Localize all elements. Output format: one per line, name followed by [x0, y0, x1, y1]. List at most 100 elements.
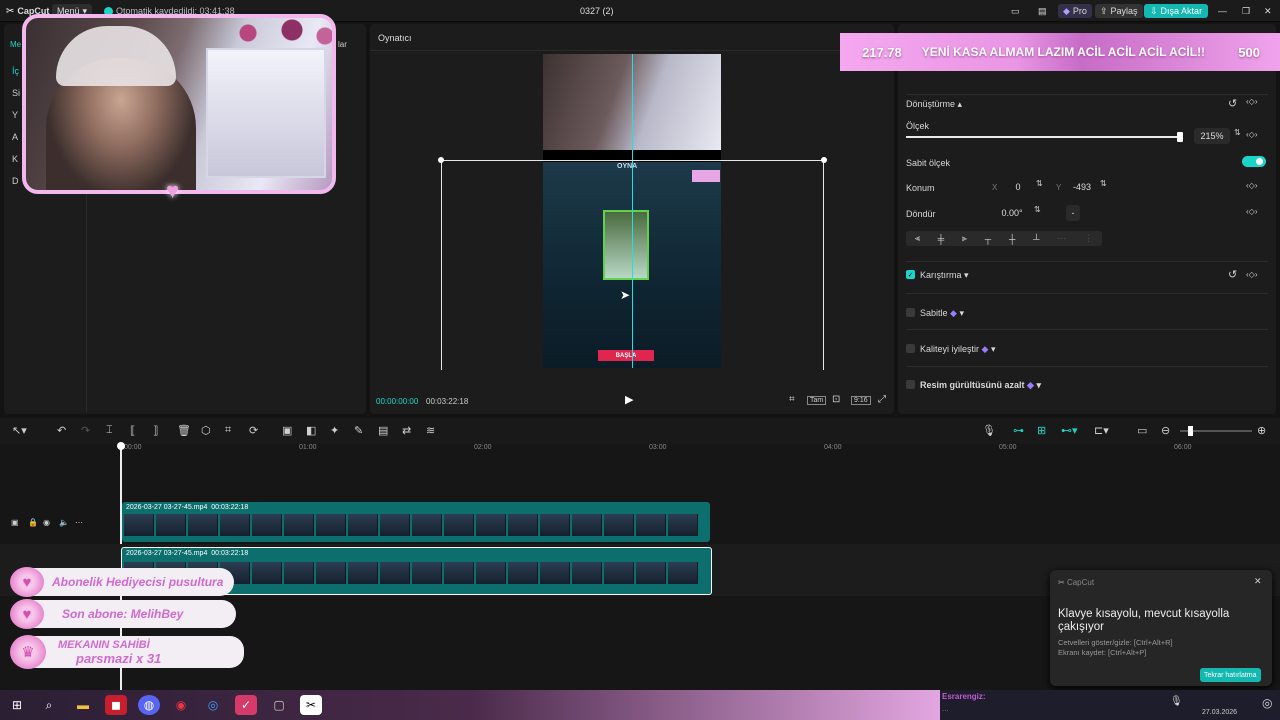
file-explorer-icon[interactable]: ▬ — [72, 695, 94, 715]
side-item-5[interactable]: K — [12, 154, 18, 164]
fullsize-button[interactable]: Tam — [807, 396, 827, 405]
clip-overlay[interactable]: 2026-03-27 03-27-45.mp4 00:03:22:18 — [122, 502, 710, 542]
speed-icon[interactable]: ⟳ — [249, 424, 258, 437]
side-item-3[interactable]: Y — [12, 110, 18, 120]
uniform-scale-toggle[interactable] — [1242, 156, 1266, 167]
select-tool-icon[interactable]: ↖▾ — [12, 424, 27, 437]
keyframe-icon[interactable]: ‹◇› — [1246, 270, 1257, 279]
denoise-label[interactable]: Resim gürültüsünü azalt ◆ ▾ — [920, 380, 1041, 391]
delete-icon[interactable]: 🗑 — [177, 424, 191, 437]
resize-handle-left[interactable] — [438, 157, 444, 163]
split-left-icon[interactable]: ⟦ — [130, 424, 135, 437]
preview-axis-icon[interactable]: ⊏▾ — [1094, 424, 1109, 437]
y-stepper[interactable]: ⇅ — [1100, 179, 1107, 188]
keyframe-icon[interactable]: ‹◇› — [1246, 97, 1257, 106]
captions-icon[interactable]: ▣ — [282, 424, 292, 437]
align-left-icon[interactable]: ⫷ — [915, 233, 920, 244]
fit-icon[interactable]: ⊡ — [832, 394, 840, 405]
toast-close-icon[interactable]: ✕ — [1254, 576, 1262, 587]
track-cover-icon[interactable]: ▣ — [11, 518, 19, 527]
resize-handle-right[interactable] — [821, 157, 827, 163]
lock-icon[interactable]: 🔒 — [28, 518, 38, 527]
export-button[interactable]: ⇩ Dışa Aktar — [1144, 4, 1209, 18]
side-item-6[interactable]: D — [12, 176, 19, 186]
playhead-knob[interactable] — [117, 442, 125, 450]
app-red-icon[interactable]: ◼ — [105, 695, 127, 715]
minimize-icon[interactable]: — — [1218, 4, 1227, 18]
shortcut-icon[interactable]: ▤ — [1038, 4, 1047, 18]
align-bottom-icon[interactable]: ┴ — [1033, 234, 1039, 244]
time-ruler[interactable]: 00:00 01:00 02:00 03:00 04:00 05:00 06:0… — [0, 444, 1280, 456]
align-center-icon[interactable]: ╪ — [938, 234, 944, 244]
split-right-icon[interactable]: ⟧ — [153, 424, 158, 437]
toast-dismiss-button[interactable]: Tekrar hatırlatma — [1200, 668, 1261, 682]
distribute-h-icon[interactable]: ⋯ — [1057, 233, 1066, 244]
zoom-out-icon[interactable]: ⊖ — [1161, 424, 1170, 437]
share-button[interactable]: ⇪ Paylaş — [1095, 4, 1143, 18]
eye-icon[interactable]: ◉ — [43, 518, 50, 527]
ratio-button[interactable]: 9:16 — [851, 396, 871, 405]
freeze-icon[interactable]: ▤ — [378, 424, 388, 437]
browser-icon[interactable]: ◎ — [202, 695, 224, 715]
close-icon[interactable]: ✕ — [1264, 4, 1272, 18]
blend-label[interactable]: Karıştırma ▾ — [920, 270, 969, 281]
keyframe-icon[interactable]: ‹◇› — [1246, 130, 1257, 139]
mic-tray-icon[interactable]: 🎙 — [1170, 696, 1183, 707]
link-main-icon[interactable]: ⊶ — [1013, 424, 1024, 437]
stabilize-checkbox[interactable] — [906, 308, 915, 317]
app-gray-icon[interactable]: ▢ — [268, 695, 290, 715]
windows-start-icon[interactable]: ⊞ — [6, 695, 28, 715]
more-icon[interactable]: ⋯ — [75, 518, 83, 527]
app-pink-icon[interactable]: ✓ — [235, 695, 257, 715]
x-stepper[interactable]: ⇅ — [1036, 179, 1043, 188]
play-icon[interactable]: ▶ — [625, 393, 633, 406]
captions-toggle-icon[interactable]: ▭ — [1137, 424, 1147, 437]
side-item-4[interactable]: A — [12, 132, 18, 142]
denoise-checkbox[interactable] — [906, 380, 915, 389]
crop-tool-icon[interactable]: ⌗ — [225, 424, 231, 437]
selection-box[interactable] — [441, 160, 824, 370]
reset-icon[interactable]: ↺ — [1228, 268, 1237, 281]
reverse-icon[interactable]: ⇄ — [402, 424, 411, 437]
enhance-label[interactable]: Kaliteyi iyileştir ◆ ▾ — [920, 344, 995, 355]
marker-icon[interactable]: ⬡ — [201, 424, 211, 437]
distribute-v-icon[interactable]: ⋮ — [1084, 233, 1093, 244]
capcut-taskbar-icon[interactable]: ✂ — [300, 695, 322, 715]
zoom-in-icon[interactable]: ⊕ — [1257, 424, 1266, 437]
adjust-icon[interactable]: ✦ — [330, 424, 339, 437]
magic-icon[interactable]: ✎ — [354, 424, 363, 437]
blend-checkbox[interactable]: ✓ — [906, 270, 915, 279]
redo-icon[interactable]: ↷ — [81, 424, 90, 437]
zoom-slider[interactable] — [1180, 426, 1252, 436]
side-item-2[interactable]: Si — [12, 88, 20, 98]
obs-icon[interactable]: ◉ — [170, 695, 192, 715]
crop-icon[interactable]: ⌗ — [789, 394, 795, 405]
rotate-input[interactable]: 0.00° — [992, 205, 1032, 221]
zoom-slider-thumb[interactable] — [1188, 426, 1193, 436]
align-top-icon[interactable]: ┬ — [985, 234, 991, 244]
enhance-checkbox[interactable] — [906, 344, 915, 353]
split-icon[interactable]: ⌶ — [106, 424, 113, 437]
side-item-1[interactable]: İç — [12, 66, 19, 76]
undo-icon[interactable]: ↶ — [57, 424, 66, 437]
scale-stepper[interactable]: ⇅ — [1234, 128, 1241, 137]
keyframe-icon[interactable]: ‹◇› — [1246, 181, 1257, 190]
layout-icon[interactable]: ▭ — [1011, 4, 1020, 18]
x-input[interactable]: 0 — [1002, 179, 1034, 195]
align-right-icon[interactable]: ⫸ — [962, 233, 967, 244]
rotate-dial[interactable]: - — [1066, 205, 1080, 221]
audio-wave-icon[interactable]: ≋ — [426, 424, 435, 437]
search-icon[interactable]: ⌕ — [38, 695, 60, 715]
keyframe-icon[interactable]: ‹◇› — [1246, 207, 1257, 216]
transform-title[interactable]: Dönüştürme ▴ — [906, 99, 962, 110]
mirror-icon[interactable]: ◧ — [306, 424, 316, 437]
rotate-stepper[interactable]: ⇅ — [1034, 205, 1041, 214]
tab-right[interactable]: lar — [338, 40, 347, 49]
y-input[interactable]: -493 — [1066, 179, 1098, 195]
fullscreen-icon[interactable]: ⤢ — [878, 394, 886, 405]
magnet-icon[interactable]: ⊞ — [1037, 424, 1046, 437]
link-icon[interactable]: ⊷▾ — [1061, 424, 1078, 437]
pro-button[interactable]: ◆ Pro — [1058, 4, 1092, 18]
maximize-icon[interactable]: ❐ — [1242, 4, 1250, 18]
scale-slider[interactable] — [906, 132, 1183, 142]
